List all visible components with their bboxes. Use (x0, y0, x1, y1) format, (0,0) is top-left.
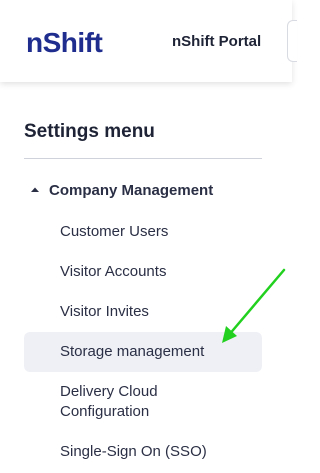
menu-item-single-sign-on[interactable]: Single-Sign On (SSO) (24, 442, 262, 462)
menu-item-delivery-cloud-configuration[interactable]: Delivery Cloud Configuration (24, 382, 224, 422)
caret-up-icon (31, 187, 39, 192)
menu-item-customer-users[interactable]: Customer Users (24, 222, 262, 242)
svg-text:nShift: nShift (26, 27, 102, 58)
arrow-icon (222, 268, 286, 343)
divider (24, 158, 262, 159)
nshift-logo[interactable]: nShift (26, 27, 134, 59)
company-management-toggle[interactable]: Company Management (24, 180, 213, 200)
header-action-edge[interactable] (287, 20, 297, 62)
company-management-label: Company Management (49, 181, 214, 199)
portal-title: nShift Portal (172, 33, 262, 50)
settings-menu-heading: Settings menu (24, 121, 155, 142)
top-header: nShift nShift Portal (0, 0, 297, 82)
